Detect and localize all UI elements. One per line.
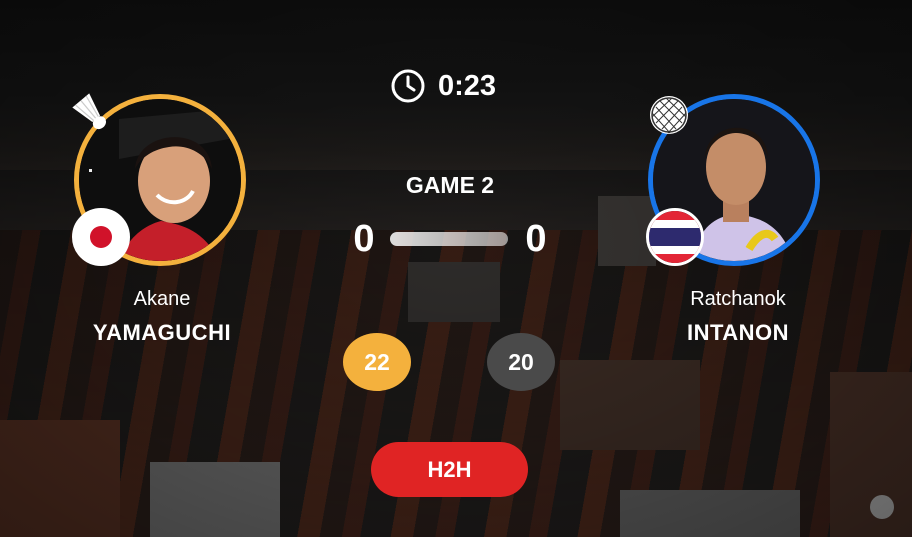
player2-first-name: Ratchanok — [690, 288, 786, 310]
player2-last-name: INTANON — [686, 320, 790, 345]
thailand-flag-icon — [646, 208, 704, 266]
h2h-button[interactable]: H2H — [371, 442, 528, 497]
racket-icon — [650, 96, 688, 134]
player1-first-name: Akane — [133, 288, 191, 310]
shuttlecock-icon — [72, 93, 107, 130]
score-divider-bar — [390, 232, 508, 246]
japan-flag-icon — [72, 208, 130, 266]
player1-points-badge: 22 — [343, 333, 411, 391]
player1-last-name: YAMAGUCHI — [92, 320, 232, 345]
player1-game-score: 0 — [353, 218, 375, 260]
timer-text: 0:23 — [438, 69, 497, 102]
match-timer: 0:23 — [390, 66, 496, 106]
clock-icon — [391, 69, 425, 103]
game-label: GAME 2 — [405, 172, 495, 198]
player2-points-badge: 20 — [487, 333, 555, 391]
player2-game-score: 0 — [525, 218, 547, 260]
